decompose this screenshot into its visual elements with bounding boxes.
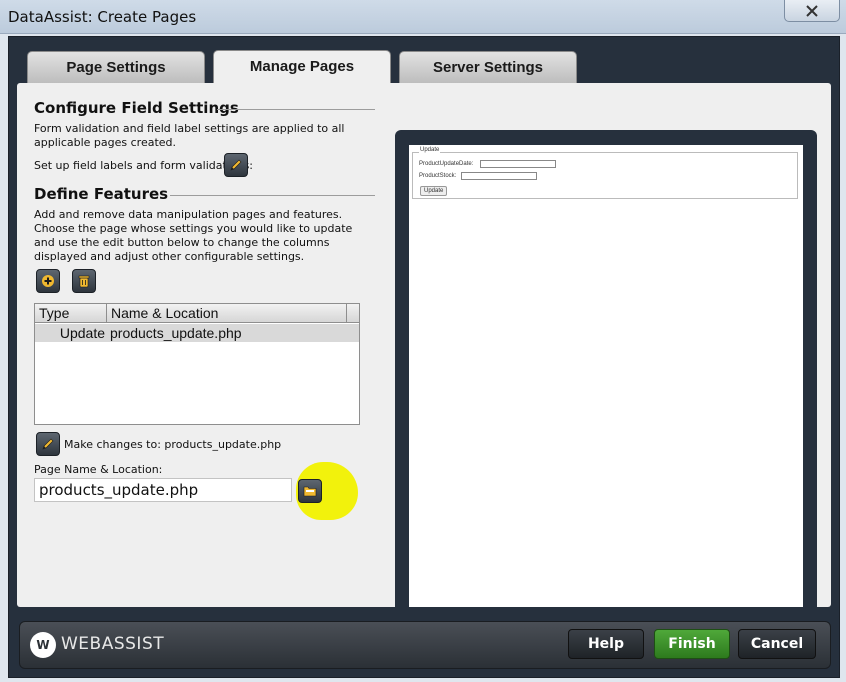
preview-field-input: [480, 160, 556, 168]
table-header: Type Name & Location: [35, 304, 359, 323]
preview-legend: Update: [419, 147, 441, 153]
footer-bar: W WEBASSIST Help Finish Cancel: [19, 621, 831, 669]
divider: [217, 109, 375, 110]
table-row[interactable]: Update products_update.php: [35, 324, 359, 342]
tab-page-settings[interactable]: Page Settings: [27, 51, 205, 83]
folder-icon: [303, 486, 317, 497]
browse-button[interactable]: [298, 479, 322, 503]
edit-fields-button[interactable]: [224, 153, 248, 177]
title-bar: DataAssist: Create Pages: [0, 0, 846, 34]
plus-icon: [42, 275, 54, 287]
configure-description: Form validation and field label settings…: [34, 122, 345, 149]
page-name-field[interactable]: products_update.php: [34, 478, 292, 502]
divider: [170, 195, 375, 196]
tab-manage-pages[interactable]: Manage Pages: [213, 50, 391, 85]
features-description: Add and remove data manipulation pages a…: [34, 208, 353, 263]
close-button[interactable]: [784, 0, 840, 22]
configure-title: Configure Field Settings: [34, 99, 239, 117]
setup-label: Set up field labels and form validations…: [34, 159, 254, 172]
preview-field-label: ProductUpdateDate:: [419, 161, 474, 167]
finish-button[interactable]: Finish: [654, 629, 730, 659]
features-table: Type Name & Location Update products_upd…: [34, 303, 360, 425]
make-changes-label: Make changes to: products_update.php: [64, 438, 282, 451]
page-preview-frame: Update ProductUpdateDate: ProductStock: …: [395, 130, 817, 624]
preview-form: Update ProductUpdateDate: ProductStock: …: [412, 147, 798, 199]
close-icon: [806, 5, 818, 17]
manage-pages-panel: Configure Field Settings Form validation…: [17, 83, 831, 624]
tab-server-settings[interactable]: Server Settings: [399, 51, 577, 83]
preview-field-input: [461, 172, 537, 180]
column-name-location[interactable]: Name & Location: [107, 304, 347, 323]
add-feature-button[interactable]: [36, 269, 60, 293]
help-button[interactable]: Help: [568, 629, 644, 659]
features-title: Define Features: [34, 185, 169, 203]
pencil-icon: [230, 159, 242, 171]
delete-feature-button[interactable]: [72, 269, 96, 293]
edit-page-button[interactable]: [36, 432, 60, 456]
webassist-logo-text: WEBASSIST: [61, 634, 165, 654]
page-name-label: Page Name & Location:: [34, 463, 163, 476]
webassist-logo-icon: W: [30, 632, 56, 658]
page-preview: Update ProductUpdateDate: ProductStock: …: [409, 145, 803, 607]
window-title: DataAssist: Create Pages: [8, 8, 197, 26]
preview-field-label: ProductStock:: [419, 173, 457, 179]
row-type: Update: [59, 325, 105, 341]
preview-update-button: Update: [420, 186, 448, 196]
trash-icon: [78, 275, 90, 288]
dialog-frame: Page Settings Manage Pages Server Settin…: [8, 36, 840, 678]
row-name: products_update.php: [110, 325, 242, 341]
column-type[interactable]: Type: [35, 304, 107, 323]
cancel-button[interactable]: Cancel: [738, 629, 816, 659]
pencil-icon: [42, 438, 54, 450]
